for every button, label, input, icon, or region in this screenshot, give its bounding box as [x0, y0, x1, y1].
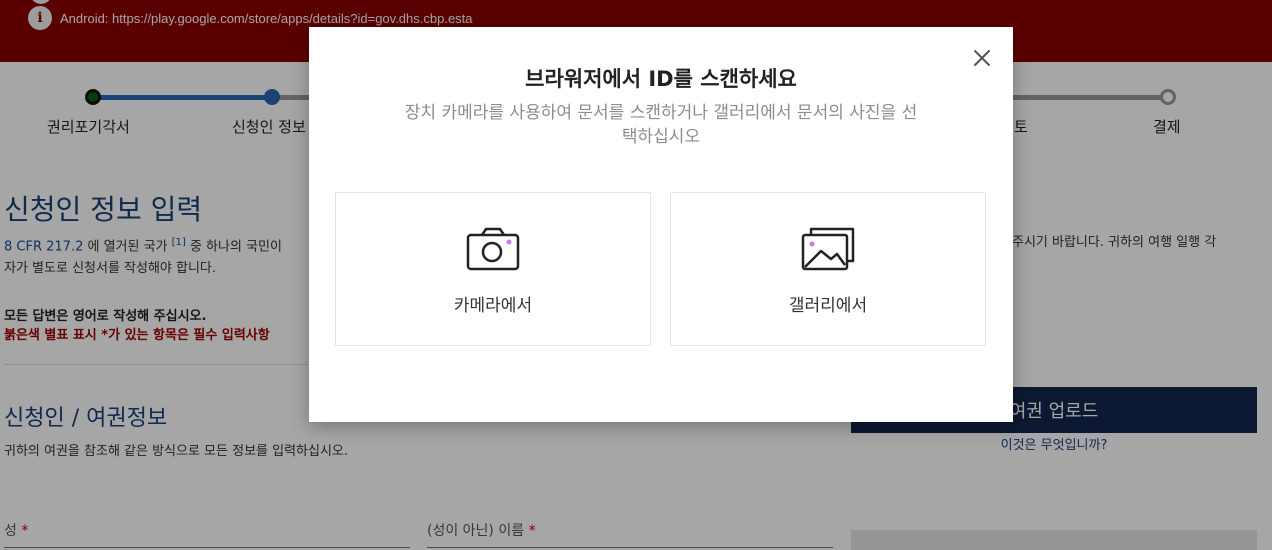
modal-subtitle: 장치 카메라를 사용하여 문서를 스캔하거나 갤러리에서 문서의 사진을 선택하…: [404, 103, 918, 147]
camera-option-label: 카메라에서: [453, 296, 533, 316]
scan-id-modal: 브라워저에서 ID를 스캔하세요 장치 카메라를 사용하여 문서를 스캔하거나 …: [309, 27, 1013, 422]
camera-option-button[interactable]: 카메라에서: [335, 192, 651, 346]
camera-icon: [466, 227, 520, 275]
gallery-option-button[interactable]: 갤러리에서: [670, 192, 986, 346]
gallery-option-label: 갤러리에서: [788, 296, 868, 316]
modal-title: 브라워저에서 ID를 스캔하세요: [525, 67, 797, 91]
gallery-icon: [801, 227, 855, 275]
